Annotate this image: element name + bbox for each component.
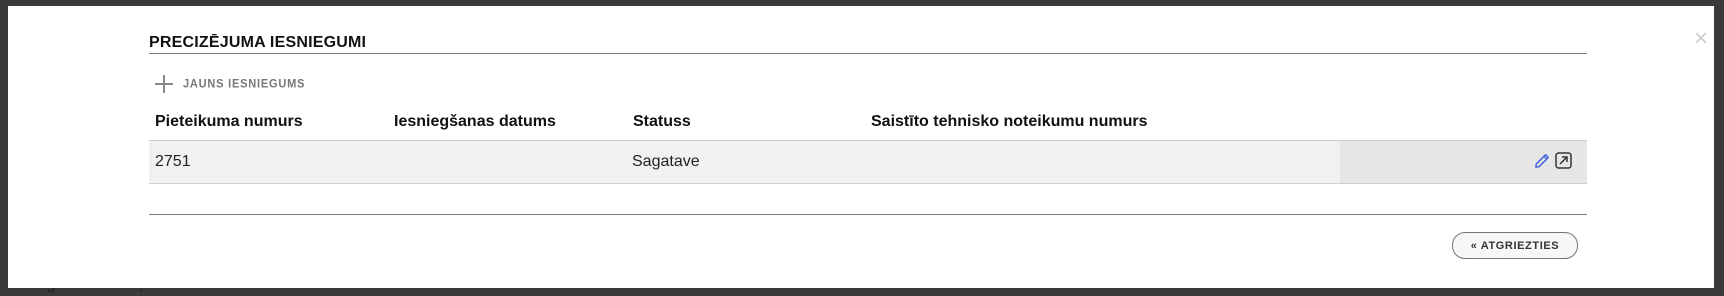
cell-number: 2751 (155, 153, 191, 170)
cell-status: Sagatave (632, 153, 700, 170)
table-row: 2751 Sagatave (149, 140, 1587, 184)
pencil-icon[interactable] (1534, 153, 1550, 169)
submissions-table: Pieteikuma numurs Iesniegšanas datums St… (149, 104, 1587, 184)
modal-title: PRECIZĒJUMA IESNIEGUMI (149, 34, 367, 51)
close-icon[interactable]: × (1690, 27, 1712, 51)
bottom-divider (149, 214, 1587, 215)
modal-dialog: × PRECIZĒJUMA IESNIEGUMI JAUNS IESNIEGUM… (8, 6, 1714, 288)
external-link-icon[interactable] (1555, 152, 1572, 169)
new-submission-label: JAUNS IESNIEGUMS (183, 77, 306, 91)
title-divider (149, 53, 1587, 54)
back-button[interactable]: « ATGRIEZTIES (1452, 232, 1578, 259)
header-linked-number: Saistīto tehnisko noteikumu numurs (871, 113, 1148, 130)
plus-icon (155, 75, 173, 93)
table-header: Pieteikuma numurs Iesniegšanas datums St… (149, 104, 1587, 140)
new-submission-button[interactable]: JAUNS IESNIEGUMS (155, 75, 305, 93)
header-number: Pieteikuma numurs (155, 113, 303, 130)
header-status: Statuss (633, 113, 691, 130)
header-date: Iesniegšanas datums (394, 113, 556, 130)
